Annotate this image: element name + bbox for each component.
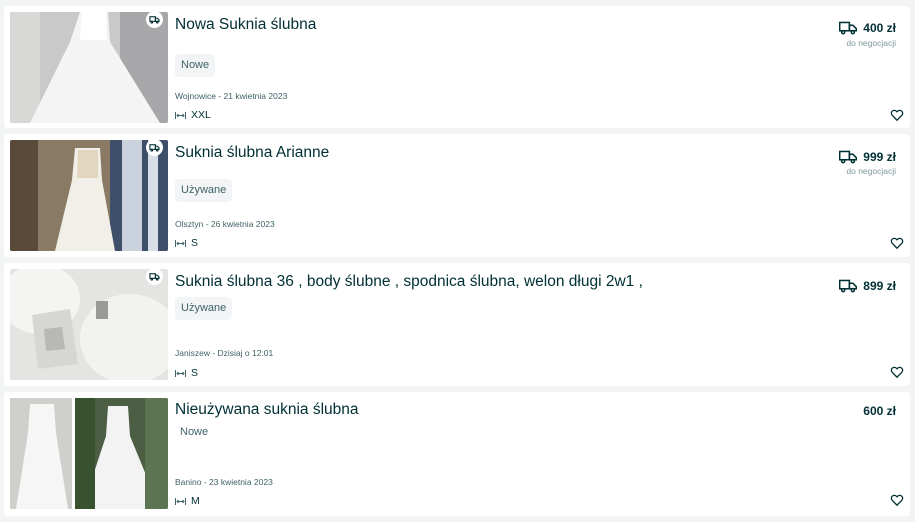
size-value: S	[191, 237, 199, 249]
location-date: Wojnowice - 21 kwietnia 2023	[175, 91, 288, 101]
listing-photo[interactable]	[10, 269, 168, 380]
listing-card[interactable]: Nieużywana suknia ślubna Nowe Banino - 2…	[4, 392, 910, 516]
price: 400 zł	[839, 20, 896, 36]
truck-icon	[839, 21, 858, 35]
listing-photo[interactable]	[10, 398, 168, 509]
heart-outline-icon[interactable]	[890, 108, 904, 122]
negotiable-label: do negocjacji	[846, 166, 896, 176]
delivery-badge-icon	[146, 139, 163, 156]
price-value: 899 zł	[863, 279, 896, 293]
location-date: Olsztyn - 26 kwietnia 2023	[175, 219, 275, 229]
condition-badge: Używane	[175, 297, 233, 320]
listing-title[interactable]: Suknia ślubna Arianne	[175, 143, 329, 163]
listing-card[interactable]: Suknia ślubna 36 , body ślubne , spodnic…	[4, 263, 910, 386]
price: 999 zł	[839, 149, 896, 165]
size-value: M	[191, 495, 200, 507]
size-info: S	[175, 367, 198, 380]
condition-badge: Używane	[175, 179, 233, 202]
delivery-badge-icon	[146, 11, 163, 28]
size-arrows-icon	[175, 112, 186, 119]
listing-photo[interactable]	[10, 140, 168, 251]
heart-outline-icon[interactable]	[890, 236, 904, 250]
listing-title[interactable]: Nieużywana suknia ślubna	[175, 400, 359, 420]
truck-icon	[839, 279, 858, 293]
condition-badge: Nowe	[180, 426, 209, 438]
listing-card[interactable]: Suknia ślubna Arianne Używane Olsztyn - …	[4, 134, 910, 257]
price-value: 400 zł	[863, 21, 896, 35]
negotiable-label: do negocjacji	[846, 38, 896, 48]
listing-title[interactable]: Nowa Suknia ślubna	[175, 15, 316, 35]
size-info: XXL	[175, 109, 211, 122]
listing-title[interactable]: Suknia ślubna 36 , body ślubne , spodnic…	[175, 272, 643, 292]
size-info: S	[175, 237, 198, 250]
price: 899 zł	[839, 278, 896, 294]
location-date: Banino - 23 kwietnia 2023	[175, 477, 273, 487]
truck-icon	[839, 150, 858, 164]
listing-card[interactable]: Nowa Suknia ślubna Nowe Wojnowice - 21 k…	[4, 6, 910, 128]
price: 600 zł	[863, 403, 896, 419]
heart-outline-icon[interactable]	[890, 365, 904, 379]
delivery-badge-icon	[146, 268, 163, 285]
price-value: 999 zł	[863, 150, 896, 164]
size-info: M	[175, 495, 200, 508]
heart-outline-icon[interactable]	[890, 493, 904, 507]
size-value: XXL	[191, 109, 211, 121]
condition-badge: Nowe	[175, 54, 216, 77]
size-arrows-icon	[175, 240, 186, 247]
size-value: S	[191, 367, 199, 379]
location-date: Janiszew - Dzisiaj o 12:01	[175, 348, 274, 358]
price-value: 600 zł	[863, 404, 896, 418]
size-arrows-icon	[175, 370, 186, 377]
size-arrows-icon	[175, 498, 186, 505]
listing-photo[interactable]	[10, 12, 168, 123]
